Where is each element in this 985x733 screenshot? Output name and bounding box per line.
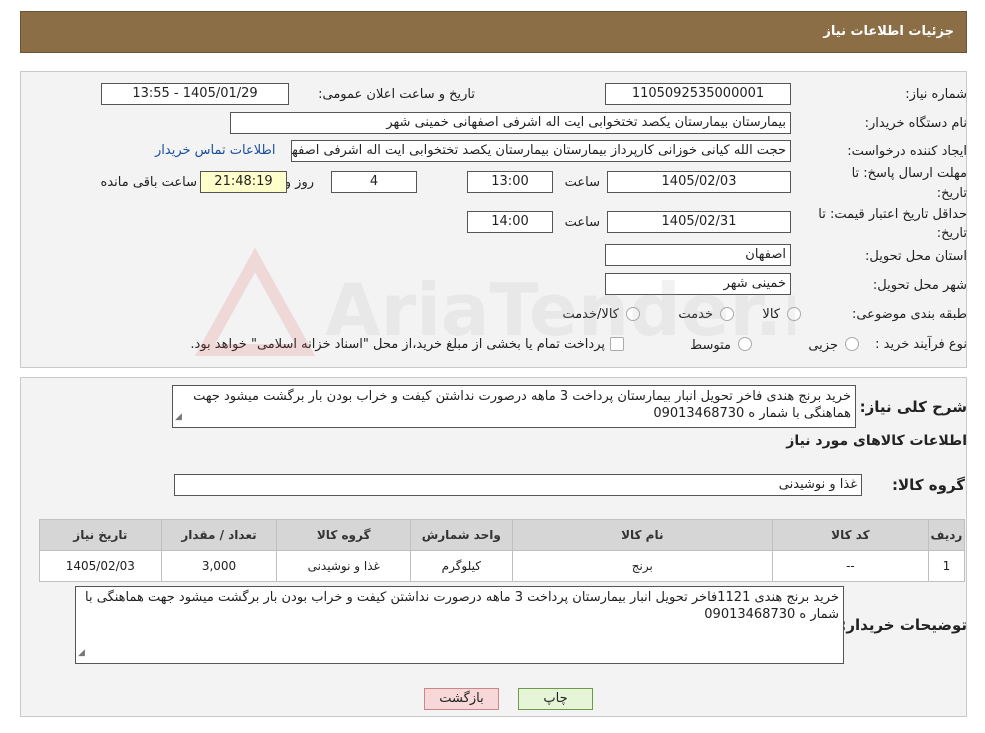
col-row: ردیف xyxy=(927,519,966,551)
remaining-time-field: 21:48:19 xyxy=(200,171,287,193)
buyer-org-field[interactable]: بیمارستان بیمارستان یکصد تختخوابی ایت ال… xyxy=(230,112,791,134)
deadline-time-field[interactable]: 13:00 xyxy=(467,171,553,193)
summary-label: شرح کلی نیاز: xyxy=(859,398,967,416)
deadline-time-label: ساعت xyxy=(564,175,600,190)
resize-handle-icon[interactable]: ◢ xyxy=(175,409,182,426)
need-number-label: شماره نیاز: xyxy=(905,87,967,102)
remaining-time-label: ساعت باقی مانده xyxy=(100,175,197,190)
treasury-checkbox[interactable] xyxy=(610,337,624,351)
requester-label: ایجاد کننده درخواست: xyxy=(847,144,967,159)
col-group: گروه کالا xyxy=(276,519,412,551)
announce-field[interactable]: 1405/01/29 - 13:55 xyxy=(101,83,289,105)
cell-unit: کیلوگرم xyxy=(410,550,513,582)
days-label: روز و xyxy=(284,175,314,190)
print-button[interactable]: چاپ xyxy=(518,688,593,710)
page-title: جزئیات اطلاعات نیاز xyxy=(823,24,954,39)
category-goods-radio[interactable] xyxy=(787,307,801,321)
city-field[interactable]: خمینی شهر xyxy=(605,273,791,295)
process-minor-radio[interactable] xyxy=(845,337,859,351)
page-header: جزئیات اطلاعات نیاز xyxy=(20,11,967,53)
deadline-label: مهلت ارسال پاسخ: تا xyxy=(851,166,967,181)
category-goods-service-radio[interactable] xyxy=(626,307,640,321)
process-medium-label: متوسط xyxy=(690,338,731,353)
deadline-date-field[interactable]: 1405/02/03 xyxy=(607,171,791,193)
buyer-org-label: نام دستگاه خریدار: xyxy=(864,116,967,131)
goods-group-field[interactable]: غذا و نوشیدنی xyxy=(174,474,862,496)
treasury-note: پرداخت تمام یا بخشی از مبلغ خرید،از محل … xyxy=(190,337,605,352)
summary-text: خرید برنج هندی فاخر تحویل انبار بیمارستا… xyxy=(193,389,851,421)
goods-group-label: گروه کالا: xyxy=(892,476,965,494)
back-button[interactable]: بازگشت xyxy=(424,688,499,710)
goods-section-title: اطلاعات کالاهای مورد نیاز xyxy=(786,433,967,449)
cell-group: غذا و نوشیدنی xyxy=(276,550,412,582)
city-label: شهر محل تحویل: xyxy=(872,278,967,293)
col-name: نام کالا xyxy=(511,519,773,551)
days-field[interactable]: 4 xyxy=(331,171,417,193)
table-header-row: ردیف کد کالا نام کالا واحد شمارش گروه کا… xyxy=(39,519,966,551)
col-code: کد کالا xyxy=(771,519,929,551)
table-row[interactable]: 1 -- برنج کیلوگرم غذا و نوشیدنی 3,000 14… xyxy=(39,550,966,582)
validity-label: حداقل تاریخ اعتبار قیمت: تا xyxy=(818,207,967,222)
col-quantity: تعداد / مقدار xyxy=(160,519,278,551)
cell-date: 1405/02/03 xyxy=(39,550,162,582)
buyer-notes-text: خرید برنج هندی 1121فاخر تحویل انبار بیما… xyxy=(85,590,839,622)
cell-quantity: 3,000 xyxy=(160,550,278,582)
summary-textarea[interactable]: خرید برنج هندی فاخر تحویل انبار بیمارستا… xyxy=(172,385,856,428)
process-medium-radio[interactable] xyxy=(738,337,752,351)
validity-time-field[interactable]: 14:00 xyxy=(467,211,553,233)
col-date: تاریخ نیاز xyxy=(39,519,162,551)
cell-name: برنج xyxy=(511,550,773,582)
announce-label: تاریخ و ساعت اعلان عمومی: xyxy=(318,87,475,102)
col-unit: واحد شمارش xyxy=(410,519,513,551)
validity-date-field[interactable]: 1405/02/31 xyxy=(607,211,791,233)
validity-label-date: تاریخ: xyxy=(936,226,967,241)
province-label: استان محل تحویل: xyxy=(865,249,967,264)
cell-row: 1 xyxy=(927,550,966,582)
cell-code: -- xyxy=(771,550,929,582)
province-field[interactable]: اصفهان xyxy=(605,244,791,266)
buyer-contact-link[interactable]: اطلاعات تماس خریدار xyxy=(155,143,275,158)
resize-handle-icon[interactable]: ◢ xyxy=(78,645,85,662)
validity-time-label: ساعت xyxy=(564,215,600,230)
process-minor-label: جزیی xyxy=(808,338,838,353)
category-service-label: خدمت xyxy=(678,307,713,322)
category-service-radio[interactable] xyxy=(720,307,734,321)
category-goods-service-label: کالا/خدمت xyxy=(562,307,619,322)
buyer-notes-textarea[interactable]: خرید برنج هندی 1121فاخر تحویل انبار بیما… xyxy=(75,586,844,664)
deadline-label-date: تاریخ: xyxy=(936,186,967,201)
buyer-notes-label: توضیحات خریدار: xyxy=(840,616,967,634)
category-goods-label: کالا xyxy=(762,307,780,322)
category-label: طبقه بندی موضوعی: xyxy=(851,307,967,322)
requester-field[interactable]: حجت الله کیانی خوزانی کارپرداز بیمارستان… xyxy=(291,140,791,162)
process-label: نوع فرآیند خرید : xyxy=(875,337,967,352)
need-number-field[interactable]: 1105092535000001 xyxy=(605,83,791,105)
goods-table: ردیف کد کالا نام کالا واحد شمارش گروه کا… xyxy=(39,519,966,582)
